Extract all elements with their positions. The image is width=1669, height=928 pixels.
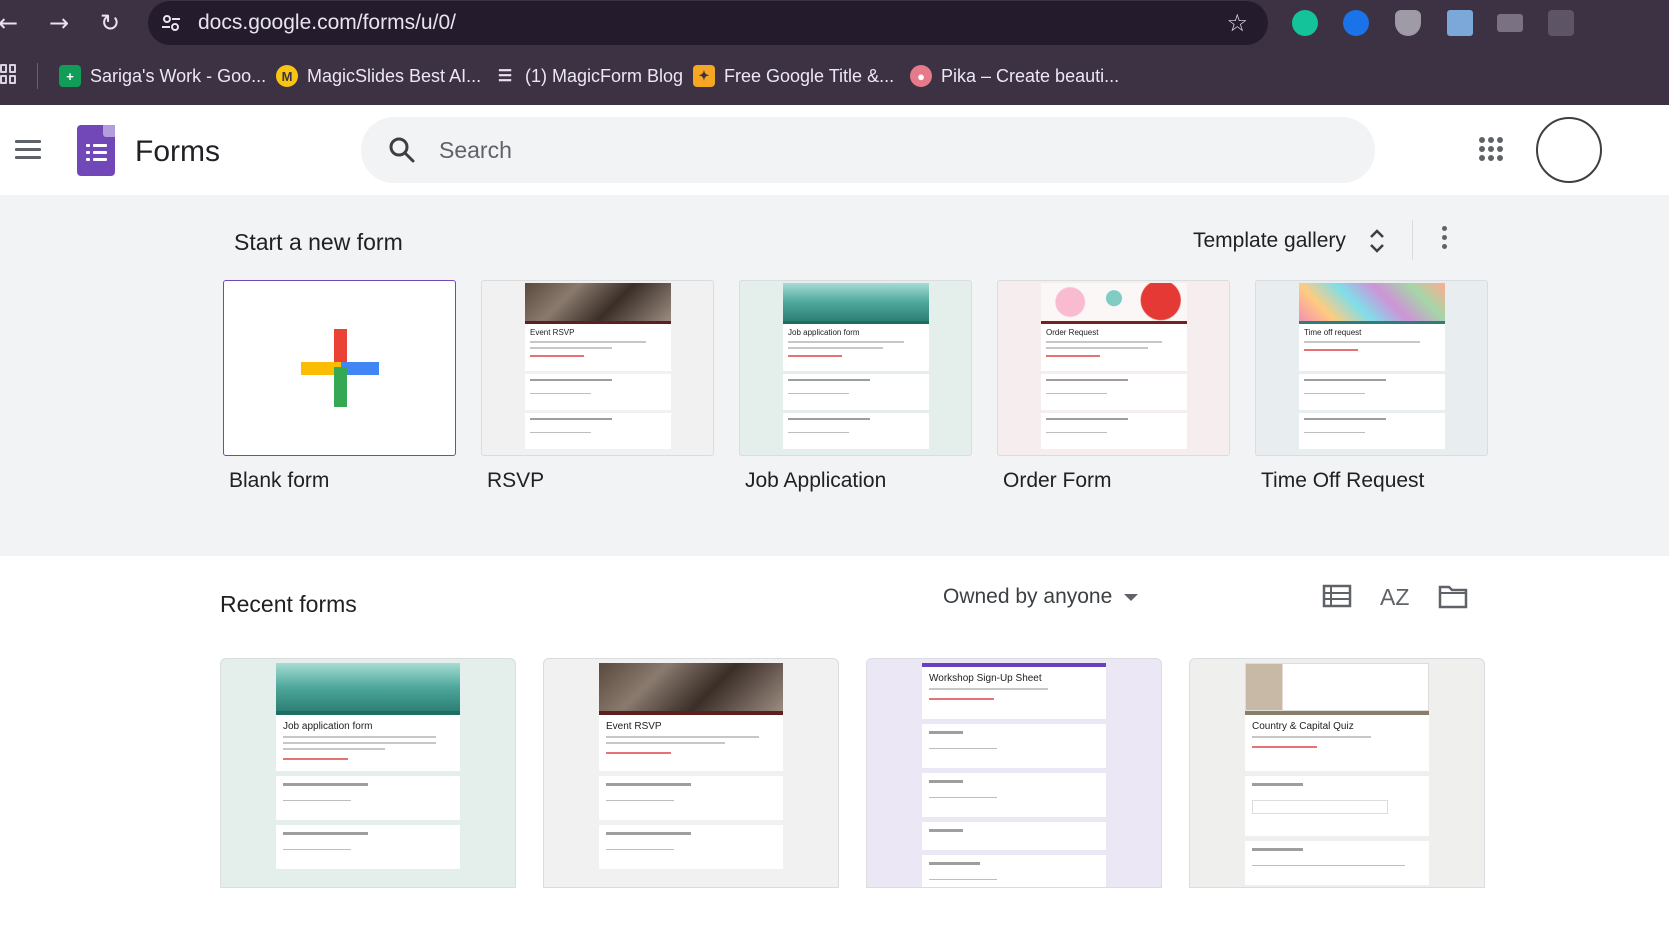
app-header: Forms <box>0 105 1669 195</box>
template-gallery-button[interactable]: Template gallery <box>1193 225 1346 257</box>
divider <box>1412 220 1413 260</box>
template-label[interactable]: RSVP <box>487 469 544 493</box>
main-menu-icon[interactable] <box>15 140 41 160</box>
section-title: Start a new form <box>234 229 403 255</box>
apps-shortcut-icon[interactable] <box>0 64 16 84</box>
form-title: Event RSVP <box>606 721 662 732</box>
search-bar[interactable] <box>361 117 1375 183</box>
bookmark-magicslides[interactable]: M MagicSlides Best AI... <box>276 63 481 89</box>
template-job-application[interactable]: Job application form <box>739 280 972 456</box>
bookmark-label: (1) MagicForm Blog <box>525 65 684 86</box>
forms-logo-icon[interactable] <box>77 125 115 176</box>
recent-form-card[interactable]: Workshop Sign-Up Sheet <box>866 658 1162 888</box>
template-order-form[interactable]: Order Request <box>997 280 1230 456</box>
form-thumbnail <box>276 663 460 711</box>
list-view-icon[interactable] <box>1322 582 1352 610</box>
bookmark-divider <box>37 63 38 89</box>
recent-forms-title: Recent forms <box>220 591 357 617</box>
search-input[interactable] <box>439 130 1339 170</box>
bookmark-sarigas-work[interactable]: + Sariga's Work - Goo... <box>59 63 266 89</box>
reload-icon[interactable]: ↻ <box>96 9 124 37</box>
thumbnail-title: Time off request <box>1304 328 1362 337</box>
more-options-icon[interactable] <box>1440 226 1448 254</box>
form-thumbnail <box>599 663 783 711</box>
recent-form-card[interactable]: Job application form <box>220 658 516 888</box>
shield-icon[interactable] <box>1395 10 1421 36</box>
template-label[interactable]: Blank form <box>229 469 329 493</box>
recent-form-card[interactable]: Event RSVP <box>543 658 839 888</box>
bookmark-label: Pika – Create beauti... <box>941 65 1120 86</box>
bookmark-pika[interactable]: ● Pika – Create beauti... <box>910 63 1119 89</box>
url-text[interactable]: docs.google.com/forms/u/0/ <box>198 11 456 35</box>
sort-az-icon[interactable]: AZ <box>1380 584 1410 612</box>
extensions-icon[interactable] <box>1548 10 1574 36</box>
back-icon[interactable]: ← <box>0 9 22 37</box>
browser-toolbar: ← → ↻ docs.google.com/forms/u/0/ ☆ <box>0 0 1669 47</box>
form-thumbnail <box>1245 663 1429 711</box>
template-rsvp[interactable]: Event RSVP <box>481 280 714 456</box>
pika-icon: ● <box>910 65 932 87</box>
forward-icon[interactable]: → <box>45 9 73 37</box>
template-label[interactable]: Job Application <box>745 469 886 493</box>
arrows-icon: ✦ <box>693 65 715 87</box>
sheets-icon: + <box>59 65 81 87</box>
bookmark-label: Free Google Title &... <box>724 65 895 86</box>
bookmark-label: Sariga's Work - Goo... <box>90 65 267 86</box>
avatar[interactable] <box>1536 117 1602 183</box>
screenshot-icon[interactable] <box>1447 10 1473 36</box>
camera-icon[interactable] <box>1497 14 1523 32</box>
bookmark-free-google-title[interactable]: ✦ Free Google Title &... <box>693 63 894 89</box>
owner-filter-dropdown[interactable]: Owned by anyone <box>943 585 1112 609</box>
template-thumbnail <box>525 283 671 321</box>
template-label[interactable]: Time Off Request <box>1261 469 1424 493</box>
form-title: Country & Capital Quiz <box>1252 721 1354 732</box>
folder-icon[interactable] <box>1438 582 1468 610</box>
thumbnail-title: Order Request <box>1046 328 1099 337</box>
expand-collapse-icon[interactable] <box>1369 228 1385 254</box>
bookmark-magicform-blog[interactable]: ☰ (1) MagicForm Blog <box>494 63 683 89</box>
search-icon[interactable] <box>388 136 416 164</box>
site-settings-icon[interactable] <box>160 12 182 34</box>
form-title: Workshop Sign-Up Sheet <box>929 673 1042 684</box>
google-apps-icon[interactable] <box>1479 137 1503 161</box>
grammarly-icon[interactable] <box>1292 10 1318 36</box>
template-time-off-request[interactable]: Time off request <box>1255 280 1488 456</box>
template-thumbnail <box>783 283 929 321</box>
template-blank-form[interactable] <box>223 280 456 456</box>
thumbnail-title: Job application form <box>788 328 860 337</box>
app-title[interactable]: Forms <box>135 135 220 169</box>
bookmarks-bar: + Sariga's Work - Goo... M MagicSlides B… <box>0 47 1669 105</box>
template-thumbnail <box>1041 283 1187 321</box>
dropdown-arrow-icon[interactable] <box>1124 594 1138 601</box>
list-icon: ☰ <box>497 68 513 85</box>
bookmark-star-icon[interactable]: ☆ <box>1226 9 1248 37</box>
magicslides-icon: M <box>276 65 298 87</box>
form-title: Job application form <box>283 721 373 732</box>
recent-form-card[interactable]: Country & Capital Quiz <box>1189 658 1485 888</box>
thumbnail-title: Event RSVP <box>530 328 575 337</box>
start-new-form-section: Start a new form Template gallery Blank … <box>0 195 1669 556</box>
template-thumbnail <box>1299 283 1445 321</box>
extension-c-icon[interactable] <box>1343 10 1369 36</box>
address-bar[interactable]: docs.google.com/forms/u/0/ ☆ <box>148 1 1268 45</box>
template-label[interactable]: Order Form <box>1003 469 1112 493</box>
bookmark-label: MagicSlides Best AI... <box>307 65 482 86</box>
